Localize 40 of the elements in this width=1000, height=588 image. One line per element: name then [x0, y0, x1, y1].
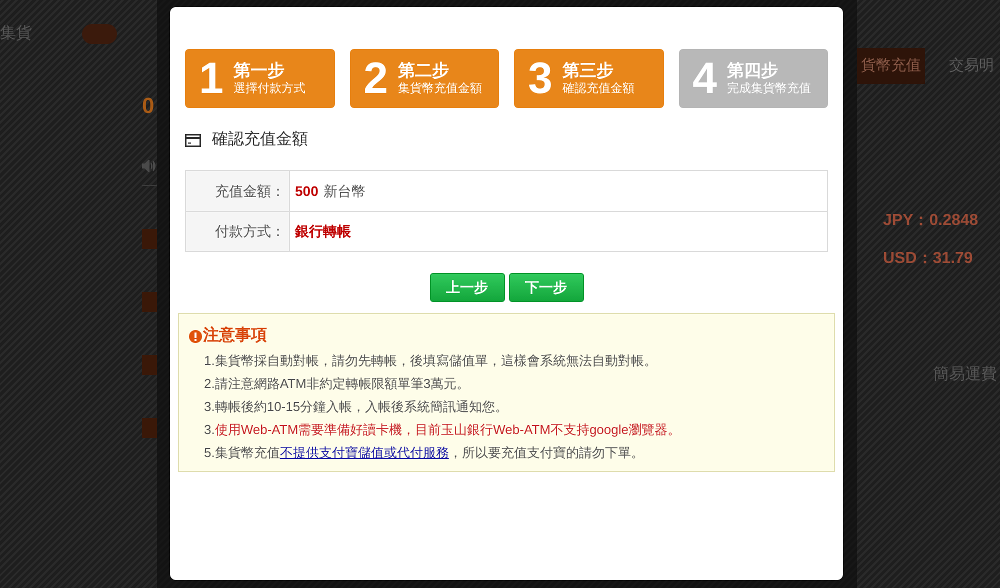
- alert-icon: [189, 330, 202, 342]
- step-number: 1: [199, 56, 224, 100]
- speaker-icon: [142, 160, 156, 172]
- step-title: 第四步: [726, 61, 779, 81]
- step-title: 第一步: [233, 61, 286, 81]
- notice-item: 3.轉帳後約10-15分鐘入帳，入帳後系統簡訊通知您。: [204, 398, 508, 416]
- row-value: 銀行轉帳: [295, 222, 351, 241]
- step-title: 第二步: [398, 61, 450, 81]
- next-step-button[interactable]: 下一步: [508, 273, 584, 302]
- tag-icon: [142, 418, 157, 438]
- notice-item: 1.集貨幣採自動對帳，請勿先轉帳，後填寫儲值單，這樣會系統無法自動對帳。: [204, 352, 657, 370]
- exchange-rate: JPY：0.2848: [883, 211, 980, 231]
- section-title: 確認充值金額: [212, 130, 308, 150]
- tag-icon: [142, 292, 157, 312]
- tag-icon: [142, 355, 157, 375]
- notice-item: 3.使用Web-ATM需要準備好讀卡機，目前玉山銀行Web-ATM不支持google瀏覽器。: [204, 421, 680, 439]
- notice-item: 2.請注意網路ATM非約定轉帳限額單筆3萬元。: [204, 375, 470, 393]
- page-tab[interactable]: 貨幣充值: [857, 48, 925, 84]
- currency-unit: 新台幣: [323, 182, 366, 200]
- previous-step-button[interactable]: 上一步: [430, 273, 504, 302]
- balance-amount: 0: [142, 95, 156, 117]
- exchange-rate: USD：31.79: [883, 249, 974, 269]
- card-icon: [185, 134, 201, 146]
- service-link[interactable]: 不提供支付寶儲值或代付服務: [280, 445, 449, 460]
- step-subtitle: 選擇付款方式: [233, 81, 306, 96]
- step-subtitle: 完成集貨幣充值: [726, 81, 811, 96]
- step-subtitle: 確認充值金額: [562, 81, 634, 96]
- step-number: 3: [528, 56, 552, 100]
- row-label: 付款方式：: [186, 212, 290, 251]
- row-value: 500: [295, 182, 318, 200]
- step-subtitle: 集貨幣充值金額: [398, 81, 482, 96]
- step-title: 第三步: [562, 61, 614, 81]
- step-number: 4: [692, 56, 717, 100]
- notice-title: 注意事項: [203, 326, 267, 346]
- step-number: 2: [364, 56, 388, 100]
- notice-item: 5.集貨幣充值不提供支付寶儲值或代付服務，所以要充值支付寶的請勿下單。: [204, 444, 644, 462]
- status-pill-icon: [82, 24, 117, 44]
- page-tab[interactable]: 交易明: [945, 48, 998, 84]
- tag-icon: [142, 229, 157, 249]
- row-label: 充值金額：: [186, 171, 290, 211]
